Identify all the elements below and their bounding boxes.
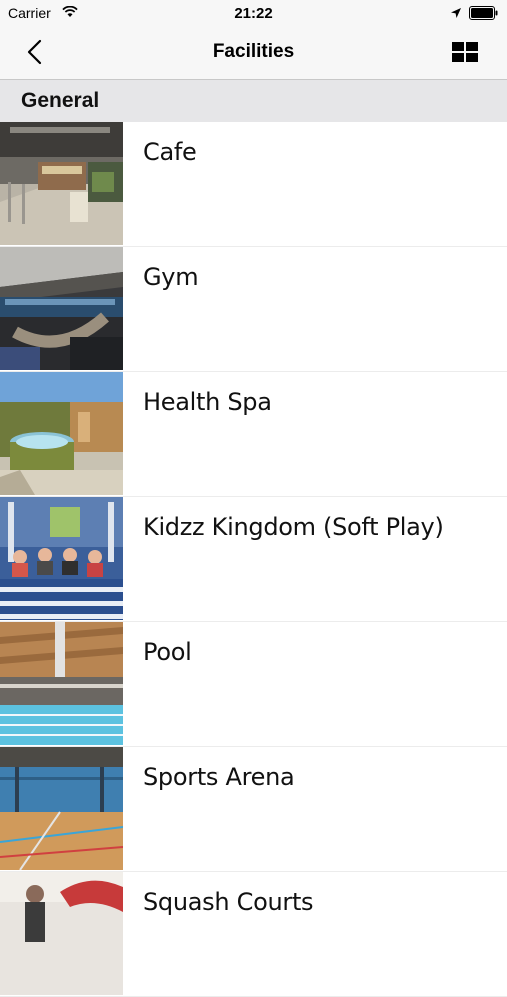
soft-play-photo	[0, 497, 123, 620]
navigation-bar: Facilities	[0, 28, 507, 80]
pool-photo	[0, 622, 123, 745]
facility-label: Gym	[143, 263, 199, 291]
list-item-squash-courts[interactable]: Squash Courts	[0, 872, 507, 997]
clock: 21:22	[234, 5, 273, 22]
sports-arena-photo	[0, 747, 123, 870]
list-item-cafe[interactable]: Cafe	[0, 122, 507, 247]
facility-label: Pool	[143, 638, 192, 666]
facility-label: Health Spa	[143, 388, 272, 416]
facility-label: Sports Arena	[143, 763, 295, 791]
list-item-soft-play[interactable]: Kidzz Kingdom (Soft Play)	[0, 497, 507, 622]
section-title: General	[21, 89, 100, 112]
section-header: General	[0, 80, 507, 122]
list-item-health-spa[interactable]: Health Spa	[0, 372, 507, 497]
facility-label: Kidzz Kingdom (Soft Play)	[143, 513, 444, 541]
page-title: Facilities	[212, 41, 295, 62]
battery-icon	[469, 6, 498, 20]
list-item-pool[interactable]: Pool	[0, 622, 507, 747]
facility-label: Cafe	[143, 138, 197, 166]
health-spa-photo	[0, 372, 123, 495]
facility-label: Squash Courts	[143, 888, 314, 916]
facilities-list: Cafe Gym Health Spa Kidzz Kingdom (Soft …	[0, 122, 507, 997]
grid-view-icon	[452, 42, 478, 62]
cafe-photo	[0, 122, 123, 245]
location-arrow-icon	[451, 8, 461, 18]
list-item-gym[interactable]: Gym	[0, 247, 507, 372]
gym-photo	[0, 247, 123, 370]
squash-courts-photo	[0, 872, 123, 995]
list-item-sports-arena[interactable]: Sports Arena	[0, 747, 507, 872]
grid-view-button[interactable]	[452, 42, 478, 62]
status-bar: Carrier 21:22	[0, 0, 507, 28]
